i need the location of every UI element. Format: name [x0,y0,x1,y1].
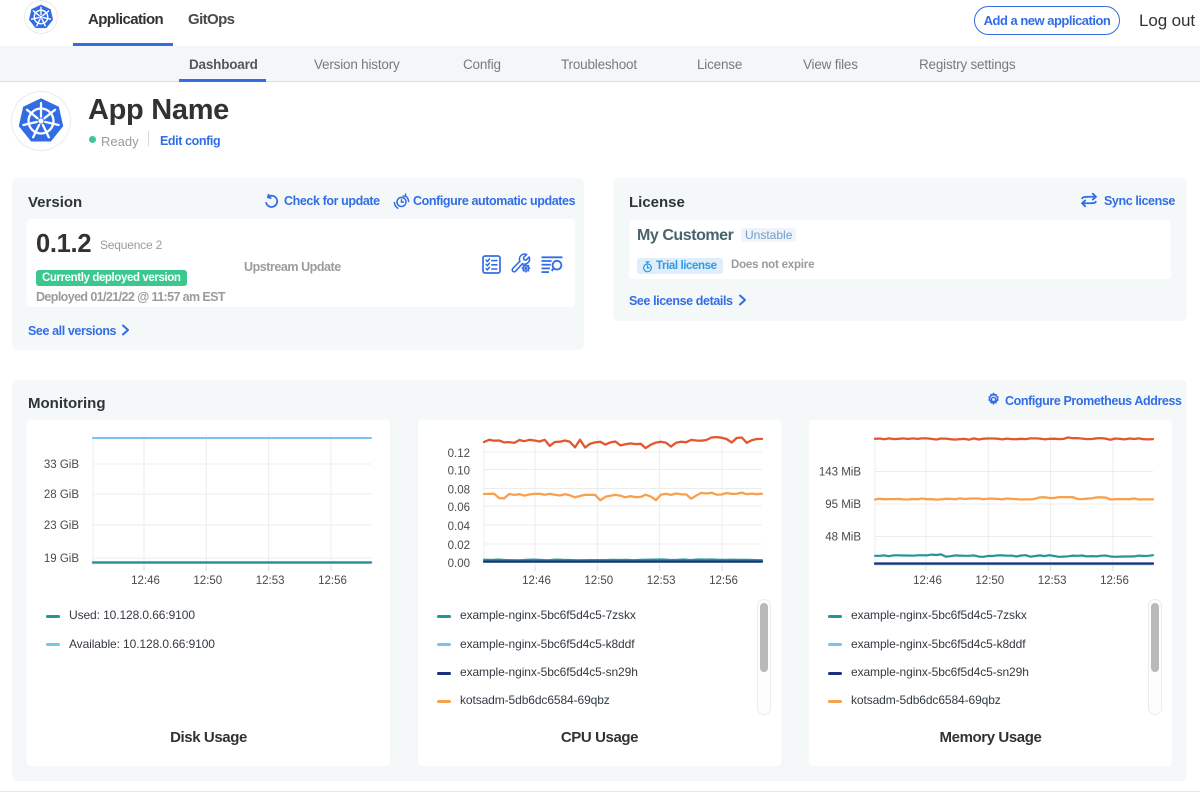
svg-text:12:46: 12:46 [522,575,551,587]
svg-text:28 GiB: 28 GiB [44,489,79,501]
svg-text:0.04: 0.04 [448,521,471,533]
svg-text:12:56: 12:56 [1100,575,1129,587]
svg-text:0.08: 0.08 [448,485,470,497]
svg-text:12:50: 12:50 [584,575,613,587]
svg-text:48 MiB: 48 MiB [825,532,861,544]
svg-text:33 GiB: 33 GiB [44,459,79,471]
svg-text:12:53: 12:53 [256,575,285,587]
svg-text:0.12: 0.12 [448,448,470,460]
svg-text:12:46: 12:46 [913,575,942,587]
svg-text:0.00: 0.00 [448,558,470,570]
svg-text:95 MiB: 95 MiB [825,499,861,511]
svg-text:19 GiB: 19 GiB [44,553,79,565]
svg-text:12:53: 12:53 [647,575,676,587]
svg-text:12:56: 12:56 [709,575,738,587]
svg-text:12:46: 12:46 [131,575,160,587]
svg-text:143 MiB: 143 MiB [819,467,862,479]
svg-text:0.06: 0.06 [448,502,470,514]
svg-text:0.10: 0.10 [448,466,470,478]
svg-text:12:50: 12:50 [193,575,222,587]
svg-text:23 GiB: 23 GiB [44,520,79,532]
svg-text:12:50: 12:50 [975,575,1004,587]
svg-text:12:53: 12:53 [1038,575,1067,587]
svg-text:0.02: 0.02 [448,540,470,552]
svg-text:12:56: 12:56 [318,575,347,587]
